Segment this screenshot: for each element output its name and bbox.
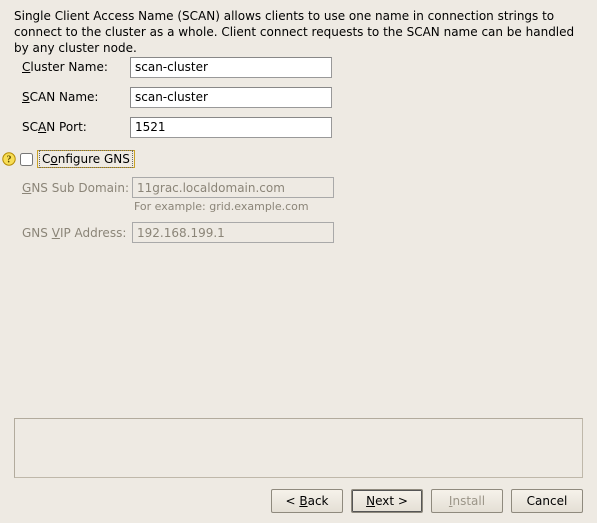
gns-sub-domain-hint: For example: grid.example.com [134, 200, 309, 213]
intro-text: Single Client Access Name (SCAN) allows … [14, 8, 583, 57]
dialog-body: Single Client Access Name (SCAN) allows … [0, 0, 597, 523]
scan-port-row: SCAN Port: [22, 116, 332, 138]
gns-vip-label: GNS VIP Address: [22, 226, 132, 240]
wizard-button-row: < Back Next > Install Cancel [0, 489, 597, 515]
svg-text:?: ? [7, 155, 12, 166]
scan-port-label: SCAN Port: [22, 120, 130, 134]
cluster-name-row: Cluster Name: [22, 56, 332, 78]
help-icon: ? [2, 152, 16, 166]
gns-vip-row: GNS VIP Address: [22, 222, 334, 243]
gns-sub-domain-input [132, 177, 334, 198]
message-area [14, 418, 583, 478]
configure-gns-checkbox[interactable] [20, 153, 33, 166]
scan-name-row: SCAN Name: [22, 86, 332, 108]
cluster-name-input[interactable] [130, 57, 332, 78]
install-button: Install [431, 489, 503, 513]
configure-gns-row: ? Configure GNS [2, 150, 135, 168]
next-button[interactable]: Next > [351, 489, 423, 513]
cluster-name-label: Cluster Name: [22, 60, 130, 74]
configure-gns-label[interactable]: Configure GNS [37, 150, 135, 168]
cancel-button[interactable]: Cancel [511, 489, 583, 513]
scan-name-label: SCAN Name: [22, 90, 130, 104]
gns-sub-domain-row: GNS Sub Domain: [22, 177, 334, 198]
gns-sub-domain-label: GNS Sub Domain: [22, 181, 132, 195]
back-button[interactable]: < Back [271, 489, 343, 513]
gns-vip-input [132, 222, 334, 243]
scan-port-input[interactable] [130, 117, 332, 138]
scan-name-input[interactable] [130, 87, 332, 108]
